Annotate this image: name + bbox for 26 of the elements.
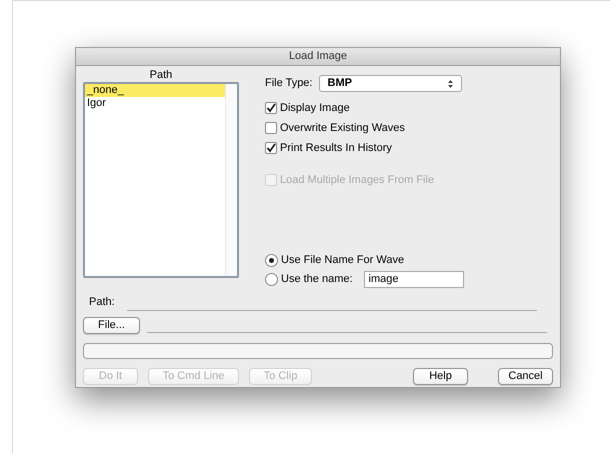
list-heading: Path: [150, 68, 172, 82]
dialog-button[interactable]: Help: [413, 368, 468, 384]
list-item[interactable]: _none_: [85, 84, 225, 97]
checkbox-label: Display Image: [280, 100, 350, 116]
field-label: File Type:: [265, 76, 312, 92]
window-title: Load Image: [288, 49, 348, 64]
radio-label: Use File Name For Wave: [281, 252, 404, 268]
list-item[interactable]: Igor: [85, 97, 225, 110]
path-label: Path:: [89, 295, 116, 310]
radio-label: Use the name:: [281, 272, 353, 287]
radio-button[interactable]: [265, 254, 278, 266]
checkbox[interactable]: [265, 142, 277, 154]
checkbox-label: Overwrite Existing Waves: [280, 120, 405, 136]
checkbox[interactable]: [265, 102, 277, 114]
dialog-button[interactable]: File...: [83, 316, 140, 334]
check-icon: [266, 143, 276, 153]
name-input-field[interactable]: image: [364, 270, 464, 288]
stepper-arrows-icon: [448, 80, 452, 88]
radio-button[interactable]: [265, 272, 278, 286]
checkbox-label: Print Results In History: [280, 140, 392, 156]
dialog-button[interactable]: Cancel: [498, 368, 553, 384]
checkbox-label: Load Multiple Images From File: [280, 172, 434, 188]
check-icon: [266, 103, 276, 113]
scrollbar-track[interactable]: [225, 84, 237, 276]
file-type-select[interactable]: BMP: [318, 75, 462, 92]
checkbox[interactable]: [265, 122, 277, 134]
